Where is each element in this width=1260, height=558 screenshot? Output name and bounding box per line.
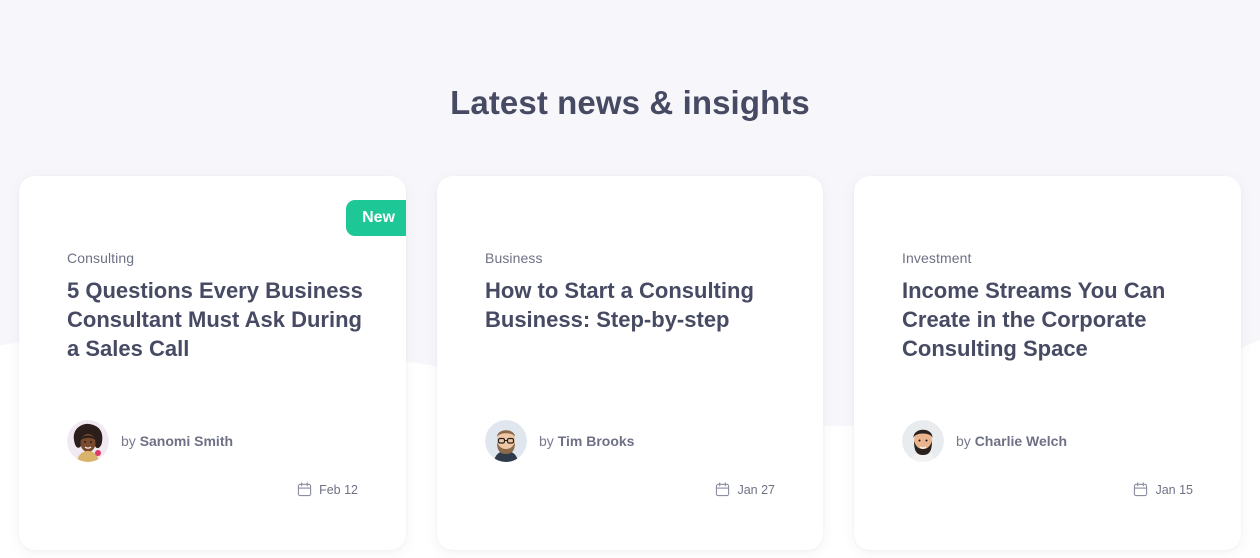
calendar-icon xyxy=(716,482,730,497)
post-category[interactable]: Business xyxy=(485,250,543,266)
author-name[interactable]: Tim Brooks xyxy=(558,433,635,449)
post-category[interactable]: Investment xyxy=(902,250,971,266)
woman-avatar-icon xyxy=(67,420,109,462)
by-label: by xyxy=(956,433,971,449)
section-title: Latest news & insights xyxy=(450,84,810,121)
post-date: Feb 12 xyxy=(297,482,358,497)
news-card[interactable]: New Consulting 5 Questions Every Busines… xyxy=(19,176,406,550)
calendar-icon xyxy=(1134,482,1148,497)
post-author: by Sanomi Smith xyxy=(67,420,233,462)
author-name[interactable]: Charlie Welch xyxy=(975,433,1067,449)
post-author: by Charlie Welch xyxy=(902,420,1067,462)
man-glasses-avatar-icon xyxy=(485,420,527,462)
news-card[interactable]: Investment Income Streams You Can Create… xyxy=(854,176,1241,550)
date-text: Feb 12 xyxy=(319,482,358,497)
post-date: Jan 15 xyxy=(1133,482,1193,497)
date-text: Jan 15 xyxy=(1155,482,1193,497)
post-date: Jan 27 xyxy=(715,482,775,497)
date-text: Jan 27 xyxy=(737,482,775,497)
post-author: by Tim Brooks xyxy=(485,420,634,462)
author-name[interactable]: Sanomi Smith xyxy=(140,433,233,449)
post-title[interactable]: How to Start a Consulting Business: Step… xyxy=(485,276,785,334)
post-title[interactable]: Income Streams You Can Create in the Cor… xyxy=(902,276,1202,363)
post-category[interactable]: Consulting xyxy=(67,250,134,266)
man-beard-avatar-icon xyxy=(902,420,944,462)
by-label: by xyxy=(121,433,136,449)
news-card[interactable]: Business How to Start a Consulting Busin… xyxy=(437,176,823,550)
new-badge: New xyxy=(346,200,406,236)
calendar-icon xyxy=(297,482,312,497)
by-label: by xyxy=(539,433,554,449)
post-title[interactable]: 5 Questions Every Business Consultant Mu… xyxy=(67,276,367,363)
